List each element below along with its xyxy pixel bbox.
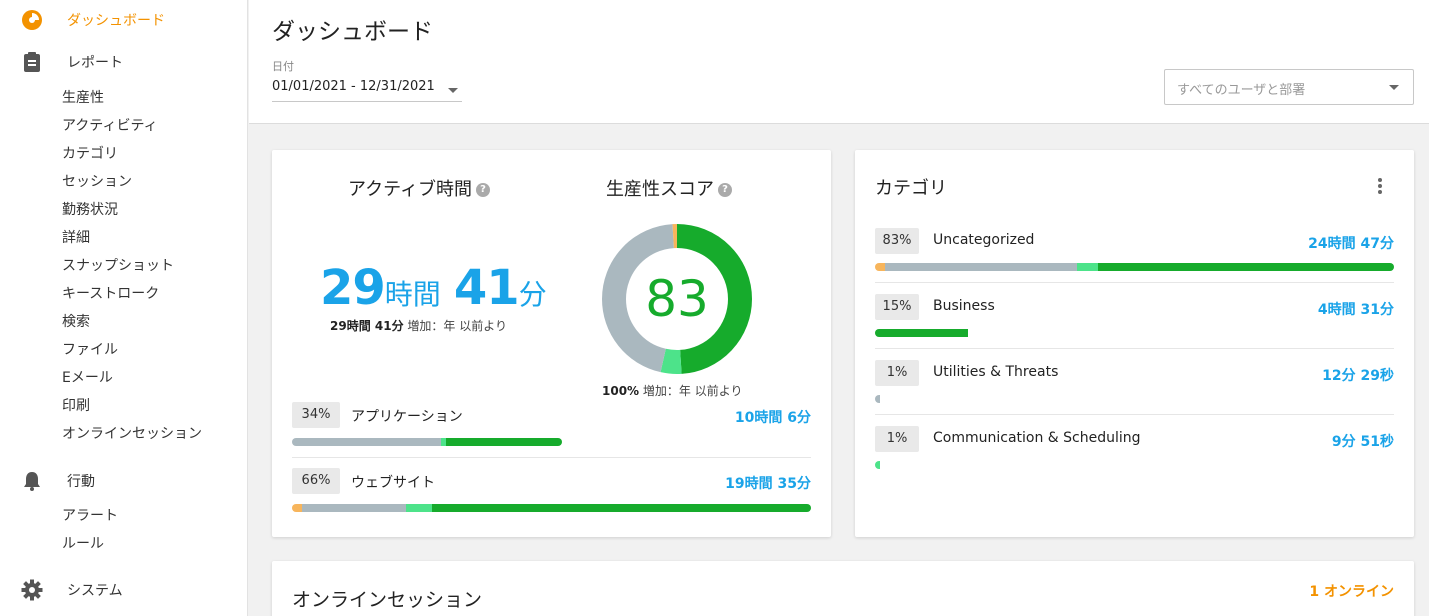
- category-pct-badge: 1%: [875, 360, 919, 386]
- category-label: Communication & Scheduling: [933, 430, 1141, 446]
- web-pct-badge: 66%: [292, 468, 340, 494]
- nav-dashboard[interactable]: ダッシュボード: [0, 5, 248, 35]
- app-bar: [292, 438, 562, 446]
- divider: [875, 414, 1394, 415]
- nav-report-attendance[interactable]: 勤務状況: [62, 200, 118, 220]
- category-bar: [875, 395, 1394, 403]
- date-range-value: 01/01/2021 - 12/31/2021: [272, 79, 435, 94]
- active-time-title: アクティブ時間?: [348, 175, 491, 201]
- bar-segment: [292, 438, 441, 446]
- user-department-select[interactable]: すべてのユーザと部署: [1164, 69, 1414, 105]
- bar-segment: [1098, 263, 1394, 271]
- online-sessions-card: オンラインセッション 1 オンライン: [272, 561, 1414, 616]
- nav-report-snapshot[interactable]: スナップショット: [62, 256, 174, 276]
- nav-report-category[interactable]: カテゴリ: [62, 144, 118, 164]
- dashboard-icon: [21, 9, 43, 31]
- nav-reports-label: レポート: [67, 55, 123, 71]
- user-department-placeholder: すべてのユーザと部署: [1177, 83, 1306, 98]
- nav-report-keystroke[interactable]: キーストローク: [62, 284, 159, 304]
- date-label: 日付: [272, 60, 294, 73]
- divider: [292, 457, 811, 458]
- bar-segment: [875, 329, 969, 337]
- category-time: 12分 29秒: [1322, 368, 1394, 384]
- category-label: Uncategorized: [933, 232, 1035, 248]
- more-options-icon[interactable]: [1378, 178, 1382, 196]
- web-time: 19時間 35分: [725, 476, 811, 492]
- web-bar: [292, 504, 811, 512]
- bar-segment: [1077, 263, 1099, 271]
- bar-segment: [875, 395, 881, 403]
- nav-report-productivity[interactable]: 生産性: [62, 88, 104, 108]
- nav-behavior[interactable]: 行動: [0, 466, 248, 496]
- nav-report-search[interactable]: 検索: [62, 312, 90, 332]
- divider: [875, 348, 1394, 349]
- clipboard-icon: [21, 51, 43, 73]
- bar-segment: [445, 438, 562, 446]
- category-time: 9分 51秒: [1331, 434, 1394, 450]
- nav-report-activity[interactable]: アクティビティ: [62, 116, 158, 136]
- nav-behavior-rule[interactable]: ルール: [62, 534, 104, 554]
- category-title: カテゴリ: [875, 178, 947, 199]
- nav-report-online-session[interactable]: オンラインセッション: [62, 424, 202, 444]
- help-icon[interactable]: ?: [476, 183, 491, 197]
- category-label: Business: [933, 298, 995, 314]
- app-label: アプリケーション: [351, 409, 463, 425]
- category-bar: [875, 461, 1394, 469]
- productivity-score-title: 生産性スコア?: [606, 175, 732, 201]
- nav-system-label: システム: [67, 583, 123, 599]
- nav-reports[interactable]: レポート: [0, 47, 248, 77]
- chevron-down-icon: [448, 88, 458, 93]
- app-time: 10時間 6分: [734, 410, 811, 426]
- date-range-select[interactable]: 01/01/2021 - 12/31/2021: [272, 76, 462, 102]
- app-pct-badge: 34%: [292, 402, 340, 428]
- bar-segment: [292, 504, 303, 512]
- active-time-value: 29時間 41分: [320, 260, 547, 316]
- category-time: 24時間 47分: [1308, 236, 1394, 252]
- category-label: Utilities & Threats: [933, 364, 1059, 380]
- productivity-score-note: 100% 増加：年 以前より: [602, 384, 743, 398]
- category-bar: [875, 263, 1394, 271]
- category-pct-badge: 83%: [875, 228, 919, 254]
- sidebar: ダッシュボード レポート 生産性 アクティビティ カテゴリ セッション 勤務状況…: [0, 0, 248, 616]
- category-card: カテゴリ 83% Uncategorized 24時間 47分 15% Busi…: [855, 150, 1414, 537]
- nav-behavior-label: 行動: [67, 474, 95, 490]
- nav-report-session[interactable]: セッション: [62, 172, 132, 192]
- category-time: 4時間 31分: [1317, 302, 1394, 318]
- chevron-down-icon: [1389, 85, 1399, 90]
- divider: [875, 282, 1394, 283]
- bell-icon: [21, 470, 43, 492]
- nav-report-detail[interactable]: 詳細: [62, 228, 90, 248]
- active-time-note: 29時間 41分 増加：年 以前より: [330, 319, 507, 333]
- gear-icon: [21, 579, 43, 601]
- category-bar: [875, 329, 1394, 337]
- bar-segment: [302, 504, 407, 512]
- bar-segment: [875, 263, 886, 271]
- category-pct-badge: 1%: [875, 426, 919, 452]
- online-count[interactable]: 1 オンライン: [1309, 581, 1394, 601]
- bar-segment: [885, 263, 1078, 271]
- nav-dashboard-label: ダッシュボード: [67, 13, 165, 29]
- web-label: ウェブサイト: [351, 475, 435, 491]
- category-pct-badge: 15%: [875, 294, 919, 320]
- bar-segment: [432, 504, 811, 512]
- header: ダッシュボード 日付 01/01/2021 - 12/31/2021 すべてのユ…: [249, 0, 1429, 124]
- active-productivity-card: アクティブ時間? 29時間 41分 29時間 41分 増加：年 以前より 生産性…: [272, 150, 831, 537]
- productivity-score-value: 83: [645, 270, 709, 328]
- nav-system[interactable]: システム: [0, 575, 248, 605]
- nav-report-email[interactable]: Eメール: [62, 368, 113, 388]
- online-sessions-title: オンラインセッション: [292, 589, 483, 611]
- nav-report-file[interactable]: ファイル: [62, 340, 118, 360]
- bar-segment: [875, 461, 881, 469]
- help-icon[interactable]: ?: [718, 183, 732, 197]
- nav-behavior-alert[interactable]: アラート: [62, 506, 118, 526]
- productivity-donut: 83: [600, 222, 754, 376]
- nav-report-print[interactable]: 印刷: [62, 396, 90, 416]
- bar-segment: [406, 504, 433, 512]
- page-title: ダッシュボード: [272, 19, 433, 45]
